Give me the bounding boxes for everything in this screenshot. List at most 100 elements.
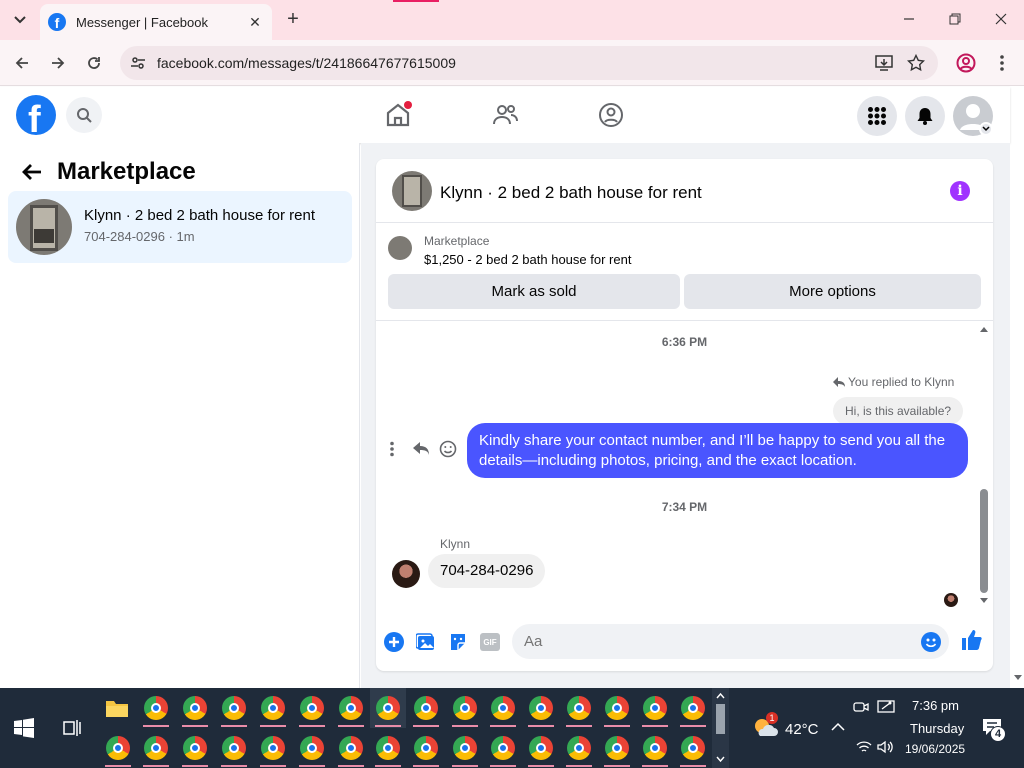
chrome-profile-icon[interactable] bbox=[529, 736, 553, 760]
chat-title[interactable]: Klynn · 2 bed 2 bath house for rent bbox=[440, 183, 702, 203]
notifications-button[interactable] bbox=[905, 96, 945, 136]
chrome-profile-icon[interactable] bbox=[222, 696, 246, 720]
conversation-item[interactable]: Klynn · 2 bed 2 bath house for rent 704-… bbox=[8, 191, 352, 263]
browser-menu-button[interactable] bbox=[989, 50, 1015, 76]
forward-button[interactable] bbox=[45, 50, 71, 76]
mark-as-sold-button[interactable]: Mark as sold bbox=[388, 274, 680, 309]
meet-now-icon[interactable] bbox=[853, 700, 869, 714]
chrome-profile-icon[interactable] bbox=[529, 696, 553, 720]
volume-icon[interactable] bbox=[877, 740, 895, 754]
account-avatar[interactable] bbox=[953, 96, 993, 136]
chrome-profile-icon[interactable] bbox=[643, 696, 667, 720]
chevron-down-icon[interactable] bbox=[716, 756, 725, 763]
add-button[interactable] bbox=[383, 631, 405, 653]
temperature-text[interactable]: 42°C bbox=[785, 721, 819, 738]
scroll-down-icon[interactable] bbox=[979, 597, 989, 605]
profile-button[interactable] bbox=[953, 50, 979, 76]
attach-photo-button[interactable] bbox=[415, 631, 437, 653]
chrome-profile-icon[interactable] bbox=[453, 736, 477, 760]
like-button[interactable] bbox=[960, 628, 984, 652]
more-vertical-icon[interactable] bbox=[389, 441, 395, 457]
facebook-logo[interactable]: f bbox=[16, 95, 56, 135]
back-arrow-button[interactable] bbox=[20, 160, 44, 184]
account-chevron[interactable] bbox=[979, 122, 993, 136]
facebook-search-button[interactable] bbox=[66, 97, 102, 133]
scroll-up-icon[interactable] bbox=[979, 325, 989, 333]
chrome-profile-icon[interactable] bbox=[414, 696, 438, 720]
task-view-button[interactable] bbox=[62, 718, 82, 743]
clock-day[interactable]: Thursday bbox=[910, 721, 964, 736]
chevron-up-icon[interactable] bbox=[716, 692, 725, 699]
home-nav[interactable] bbox=[382, 99, 414, 131]
listing-price-title[interactable]: $1,250 - 2 bed 2 bath house for rent bbox=[424, 252, 631, 267]
start-button[interactable] bbox=[14, 718, 34, 738]
chrome-profile-icon[interactable] bbox=[144, 696, 168, 720]
menu-button[interactable] bbox=[857, 96, 897, 136]
browser-tab[interactable]: f Messenger | Facebook ✕ bbox=[40, 4, 272, 40]
reply-icon[interactable] bbox=[412, 441, 430, 457]
chrome-profile-icon[interactable] bbox=[300, 696, 324, 720]
tab-close-icon[interactable]: ✕ bbox=[246, 14, 264, 31]
show-hidden-icons-icon[interactable] bbox=[831, 722, 845, 732]
restore-button[interactable] bbox=[943, 8, 967, 32]
outgoing-message-bubble[interactable]: Kindly share your contact number, and I’… bbox=[467, 423, 968, 478]
file-explorer-icon[interactable] bbox=[105, 696, 129, 720]
projector-icon[interactable] bbox=[877, 699, 895, 715]
taskbar-scroll-thumb[interactable] bbox=[716, 704, 725, 734]
chrome-profile-icon[interactable] bbox=[643, 736, 667, 760]
chrome-profile-icon[interactable] bbox=[339, 736, 363, 760]
notification-center-button[interactable]: 4 bbox=[982, 718, 1006, 742]
react-emoji-icon[interactable] bbox=[439, 440, 457, 458]
gif-button[interactable]: GIF bbox=[479, 631, 501, 653]
chrome-profile-icon[interactable] bbox=[681, 736, 705, 760]
chrome-profile-icon[interactable] bbox=[144, 736, 168, 760]
chrome-profile-icon[interactable] bbox=[605, 696, 629, 720]
clock-time[interactable]: 7:36 pm bbox=[912, 698, 959, 713]
sender-avatar[interactable] bbox=[392, 560, 420, 588]
address-bar[interactable]: facebook.com/messages/t/2418664767761500… bbox=[120, 46, 938, 80]
chat-scrollbar-thumb[interactable] bbox=[980, 489, 988, 593]
weather-icon[interactable]: 1 bbox=[752, 712, 778, 738]
back-button[interactable] bbox=[9, 50, 35, 76]
chrome-profile-icon[interactable] bbox=[567, 696, 591, 720]
chrome-profile-icon[interactable] bbox=[491, 736, 515, 760]
quoted-message[interactable]: Hi, is this available? bbox=[833, 397, 964, 425]
emoji-button[interactable] bbox=[920, 631, 942, 653]
more-options-button[interactable]: More options bbox=[684, 274, 981, 309]
chrome-profile-icon[interactable] bbox=[261, 736, 285, 760]
chrome-profile-icon[interactable] bbox=[183, 736, 207, 760]
info-icon[interactable]: i bbox=[950, 181, 970, 201]
groups-nav[interactable] bbox=[595, 99, 627, 131]
chrome-profile-icon[interactable] bbox=[376, 696, 400, 720]
bookmark-star-icon[interactable] bbox=[907, 54, 925, 72]
incoming-message-bubble[interactable]: 704-284-0296 bbox=[428, 554, 546, 588]
install-app-icon[interactable] bbox=[875, 54, 893, 72]
friends-nav[interactable] bbox=[489, 99, 521, 131]
chrome-profile-icon[interactable] bbox=[261, 696, 285, 720]
close-window-button[interactable] bbox=[989, 8, 1013, 32]
chrome-profile-icon[interactable] bbox=[300, 736, 324, 760]
chrome-profile-icon[interactable] bbox=[567, 736, 591, 760]
taskbar-scroller[interactable] bbox=[712, 688, 729, 768]
chrome-profile-icon[interactable] bbox=[106, 736, 130, 760]
wifi-icon[interactable] bbox=[856, 740, 872, 754]
site-info-icon[interactable] bbox=[130, 55, 146, 71]
chrome-profile-icon[interactable] bbox=[222, 736, 246, 760]
chrome-profile-icon[interactable] bbox=[453, 696, 477, 720]
chrome-profile-icon[interactable] bbox=[339, 696, 363, 720]
chrome-profile-icon[interactable] bbox=[414, 736, 438, 760]
new-tab-button[interactable]: + bbox=[282, 8, 304, 30]
minimize-button[interactable] bbox=[897, 8, 921, 32]
page-scroll-down-icon[interactable] bbox=[1013, 674, 1023, 682]
chrome-profile-icon[interactable] bbox=[491, 696, 515, 720]
listing-thumbnail[interactable] bbox=[392, 171, 432, 211]
chrome-profile-icon[interactable] bbox=[605, 736, 629, 760]
chrome-profile-icon[interactable] bbox=[183, 696, 207, 720]
tab-search-button[interactable] bbox=[9, 9, 31, 31]
message-input[interactable] bbox=[512, 624, 949, 659]
reload-button[interactable] bbox=[81, 50, 107, 76]
sticker-button[interactable] bbox=[447, 631, 469, 653]
chrome-profile-icon[interactable] bbox=[376, 736, 400, 760]
chrome-profile-icon[interactable] bbox=[681, 696, 705, 720]
clock-date[interactable]: 19/06/2025 bbox=[905, 742, 965, 756]
